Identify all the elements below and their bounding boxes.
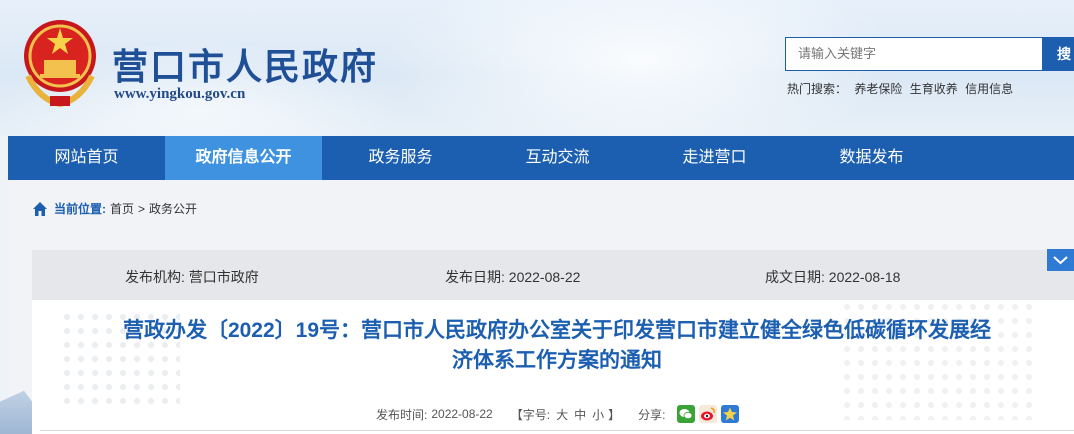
font-size-small-button[interactable]: 小 — [592, 406, 604, 423]
breadcrumb-label: 当前位置: — [54, 202, 106, 216]
site-title[interactable]: 营口市人民政府 — [112, 38, 378, 90]
weibo-share-icon[interactable] — [699, 405, 718, 423]
breadcrumb-separator: > — [138, 201, 146, 216]
breadcrumb-item-home[interactable]: 首页 — [110, 200, 134, 217]
share-label: 分享: — [638, 407, 666, 422]
hot-search: 热门搜索： 养老保险 生育收养 信用信息 — [787, 80, 1017, 97]
hot-search-item[interactable]: 信用信息 — [965, 82, 1013, 96]
breadcrumb: 当前位置: 首页 > 政务公开 — [32, 200, 197, 217]
main-nav: 网站首页 政府信息公开 政务服务 互动交流 走进营口 数据发布 — [8, 136, 1074, 180]
divider — [40, 430, 1074, 431]
publish-time-label: 发布时间: — [376, 407, 428, 422]
font-size-label: 【字号: — [510, 407, 551, 422]
search-input[interactable]: 请输入关键字 — [785, 37, 1043, 71]
nav-item-gov-info[interactable]: 政府信息公开 — [165, 136, 322, 180]
article-subinfo: 发布时间: 2022-08-22 【字号: 大 中 小 】 分享: — [376, 405, 743, 423]
site-url[interactable]: www.yingkou.gov.cn — [114, 86, 245, 103]
nav-item-data[interactable]: 数据发布 — [793, 136, 950, 180]
article-title-line: 营政办发〔2022〕19号：营口市人民政府办公室关于印发营口市建立健全绿色低碳循… — [122, 319, 992, 342]
breadcrumb-item-gov-affairs[interactable]: 政务公开 — [149, 200, 197, 217]
article-title: 营政办发〔2022〕19号：营口市人民政府办公室关于印发营口市建立健全绿色低碳循… — [40, 316, 1074, 376]
publish-date-label: 发布日期: — [445, 269, 505, 285]
nav-item-interaction[interactable]: 互动交流 — [479, 136, 636, 180]
font-size-large-button[interactable]: 大 — [556, 406, 568, 423]
nav-item-home[interactable]: 网站首页 — [8, 136, 165, 180]
document-meta: 发布机构: 营口市政府 发布日期: 2022-08-22 成文日期: 2022-… — [32, 250, 1074, 300]
wechat-share-icon[interactable] — [677, 405, 696, 423]
nav-item-about[interactable]: 走进营口 — [636, 136, 793, 180]
publish-date-value: 2022-08-22 — [508, 269, 581, 285]
font-size-medium-button[interactable]: 中 — [574, 406, 586, 423]
font-size-close: 】 — [608, 407, 621, 422]
written-date-value: 2022-08-18 — [828, 269, 901, 285]
home-icon — [33, 201, 47, 216]
publisher-value: 营口市政府 — [188, 269, 259, 285]
expand-chevron-icon[interactable] — [1047, 249, 1074, 271]
hot-search-item[interactable]: 养老保险 — [854, 82, 902, 96]
publisher-label: 发布机构: — [125, 269, 185, 285]
hot-search-item[interactable]: 生育收养 — [910, 82, 958, 96]
search-button[interactable]: 搜 — [1043, 37, 1074, 71]
written-date-label: 成文日期: — [765, 269, 825, 285]
hot-search-label: 热门搜索： — [787, 82, 848, 96]
nav-item-services[interactable]: 政务服务 — [322, 136, 479, 180]
qzone-share-icon[interactable] — [721, 405, 740, 423]
national-emblem-icon — [24, 20, 96, 108]
publish-time-value: 2022-08-22 — [431, 407, 493, 421]
article-title-line: 济体系工作方案的通知 — [452, 349, 662, 372]
